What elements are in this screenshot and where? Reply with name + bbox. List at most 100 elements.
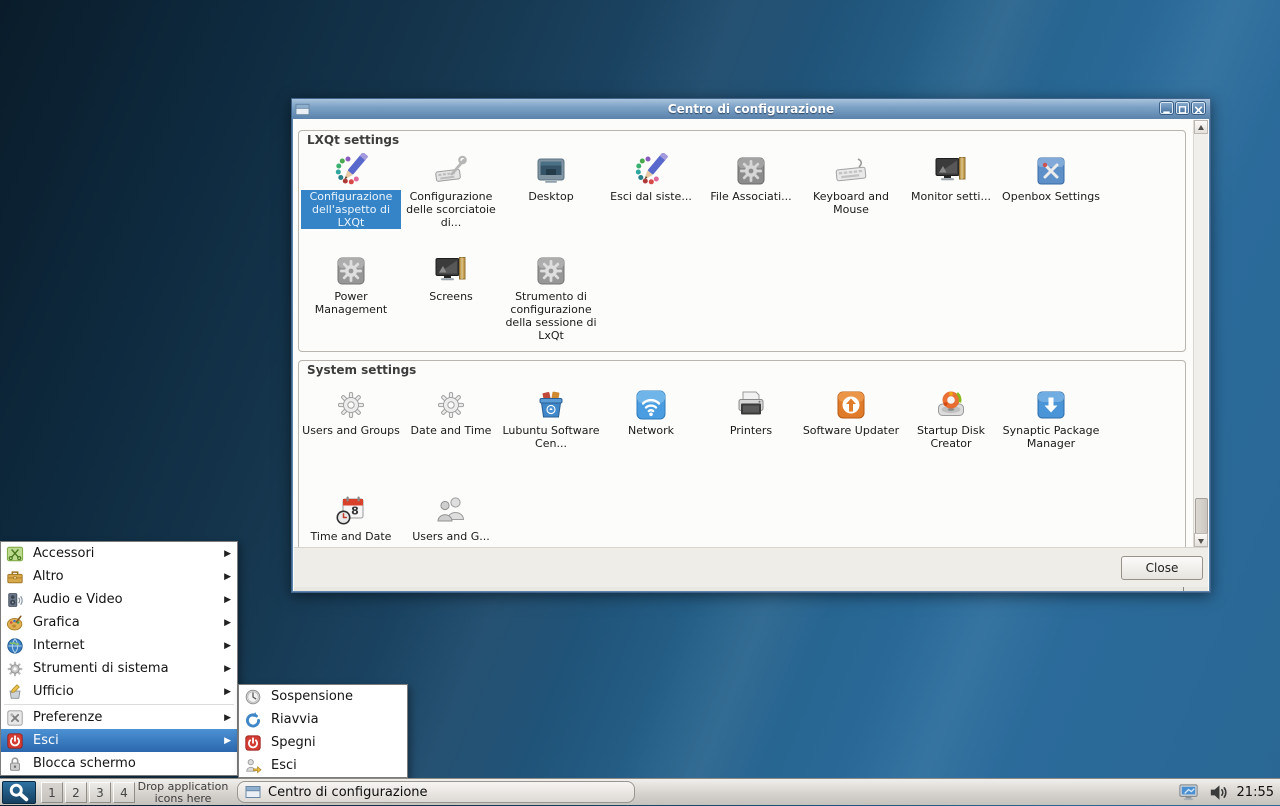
window-footer: Close xyxy=(294,547,1208,589)
logout-submenu: Sospensione Riavvia Spegni Esci xyxy=(238,684,408,778)
exit-icon xyxy=(244,757,262,775)
settings-item-label: Openbox Settings xyxy=(1002,190,1100,203)
start-menu-item-ufficio[interactable]: Ufficio▶ xyxy=(1,680,237,703)
close-button[interactable]: Close xyxy=(1121,556,1203,580)
svg-text:8: 8 xyxy=(351,505,359,518)
file-associations-icon xyxy=(733,153,769,189)
monitor-icon xyxy=(933,153,969,189)
menu-item-label: Preferenze xyxy=(33,710,224,725)
settings-item-synaptic-package-manager[interactable]: Synaptic Package Manager xyxy=(1001,385,1101,491)
display-tray-icon[interactable] xyxy=(1177,781,1200,804)
settings-item-monitor-setti[interactable]: Monitor setti... xyxy=(901,151,1001,251)
icon-row: Configurazione dell'aspetto di LXQtConfi… xyxy=(299,151,1185,251)
settings-item-time-and-date[interactable]: 8Time and Date xyxy=(301,491,401,547)
shortcuts-icon xyxy=(433,153,469,189)
workspace-button-1[interactable]: 1 xyxy=(41,782,63,803)
logout-submenu-item-sospensione[interactable]: Sospensione xyxy=(239,685,407,708)
scrollbar-thumb[interactable] xyxy=(1195,498,1208,534)
settings-item-date-and-time[interactable]: Date and Time xyxy=(401,385,501,491)
settings-item-users-and-g[interactable]: Users and G... xyxy=(401,491,501,547)
software-updater-icon xyxy=(833,387,869,423)
menu-item-label: Riavvia xyxy=(271,712,403,727)
icon-row: 8Time and DateUsers and G... xyxy=(299,491,1185,547)
menu-item-label: Strumenti di sistema xyxy=(33,661,224,676)
task-window-icon xyxy=(245,784,261,800)
settings-item-startup-disk-creator[interactable]: Startup Disk Creator xyxy=(901,385,1001,491)
gear-light-icon xyxy=(433,387,469,423)
submenu-arrow-icon: ▶ xyxy=(224,687,231,697)
minimize-button[interactable] xyxy=(1160,102,1173,114)
workspace-button-3[interactable]: 3 xyxy=(89,782,111,803)
settings-item-lubuntu-software-cen[interactable]: Lubuntu Software Cen... xyxy=(501,385,601,491)
internet-icon xyxy=(6,637,24,655)
submenu-arrow-icon: ▶ xyxy=(224,736,231,746)
workspace-button-2[interactable]: 2 xyxy=(65,782,87,803)
lock-icon xyxy=(6,755,24,773)
maximize-button[interactable] xyxy=(1176,102,1189,114)
start-menu-item-altro[interactable]: Altro▶ xyxy=(1,565,237,588)
menu-item-label: Spegni xyxy=(271,735,403,750)
scroll-up-button[interactable] xyxy=(1194,120,1208,134)
start-menu-item-internet[interactable]: Internet▶ xyxy=(1,634,237,657)
preferences-icon xyxy=(6,709,24,727)
start-menu-item-blocca-schermo[interactable]: Blocca schermo xyxy=(1,752,237,775)
menu-item-label: Internet xyxy=(33,638,224,653)
menu-item-label: Esci xyxy=(271,758,403,773)
settings-item-strumento-di-configurazione-della-sessione-di-lxqt[interactable]: Strumento di configurazione della sessio… xyxy=(501,251,601,351)
menu-item-label: Blocca schermo xyxy=(33,756,233,771)
other-icon xyxy=(6,568,24,586)
close-window-button[interactable] xyxy=(1192,102,1205,114)
audio-video-icon xyxy=(6,591,24,609)
settings-item-keyboard-and-mouse[interactable]: Keyboard and Mouse xyxy=(801,151,901,251)
start-menu: Accessori▶Altro▶Audio e Video▶Grafica▶In… xyxy=(0,541,238,776)
settings-item-file-associati[interactable]: File Associati... xyxy=(701,151,801,251)
graphics-icon xyxy=(6,614,24,632)
settings-item-power-management[interactable]: Power Management xyxy=(301,251,401,351)
settings-item-network[interactable]: Network xyxy=(601,385,701,491)
settings-item-configurazione-delle-scorciatoie-di[interactable]: Configurazione delle scorciatoie di... xyxy=(401,151,501,251)
clock[interactable]: 21:55 xyxy=(1237,785,1274,800)
taskbar-window-button[interactable]: Centro di configurazione xyxy=(237,781,635,803)
start-menu-item-audio-e-video[interactable]: Audio e Video▶ xyxy=(1,588,237,611)
config-center-window: Centro di configurazione LXQt settingsCo… xyxy=(291,98,1211,593)
logout-submenu-item-esci[interactable]: Esci xyxy=(239,754,407,777)
logout-submenu-item-riavvia[interactable]: Riavvia xyxy=(239,708,407,731)
leave-config-icon xyxy=(633,153,669,189)
settings-item-screens[interactable]: Screens xyxy=(401,251,501,351)
scrollbar[interactable] xyxy=(1193,120,1208,547)
start-menu-item-accessori[interactable]: Accessori▶ xyxy=(1,542,237,565)
start-menu-item-strumenti-di-sistema[interactable]: Strumenti di sistema▶ xyxy=(1,657,237,680)
menu-item-label: Grafica xyxy=(33,615,224,630)
menu-item-label: Accessori xyxy=(33,546,224,561)
group-title: System settings xyxy=(307,363,416,377)
settings-item-configurazione-dell-aspetto-di-lxqt[interactable]: Configurazione dell'aspetto di LXQt xyxy=(301,151,401,251)
settings-item-users-and-groups[interactable]: Users and Groups xyxy=(301,385,401,491)
desktop-icon xyxy=(533,153,569,189)
submenu-arrow-icon: ▶ xyxy=(224,572,231,582)
settings-item-label: Synaptic Package Manager xyxy=(1002,424,1100,450)
users-icon xyxy=(433,493,469,529)
settings-item-openbox-settings[interactable]: Openbox Settings xyxy=(1001,151,1101,251)
startup-disk-icon xyxy=(933,387,969,423)
submenu-arrow-icon: ▶ xyxy=(224,664,231,674)
scroll-down-button[interactable] xyxy=(1194,533,1208,547)
group-lxqt-settings: LXQt settingsConfigurazione dell'aspetto… xyxy=(298,130,1186,352)
volume-icon[interactable] xyxy=(1207,781,1230,804)
logout-submenu-item-spegni[interactable]: Spegni xyxy=(239,731,407,754)
start-menu-item-preferenze[interactable]: Preferenze▶ xyxy=(1,706,237,729)
settings-item-label: Keyboard and Mouse xyxy=(802,190,900,216)
settings-item-label: Esci dal siste... xyxy=(610,190,692,203)
settings-item-software-updater[interactable]: Software Updater xyxy=(801,385,901,491)
taskbar: 1234 Drop application icons here Centro … xyxy=(0,778,1280,805)
settings-item-desktop[interactable]: Desktop xyxy=(501,151,601,251)
window-titlebar[interactable]: Centro di configurazione xyxy=(291,98,1211,118)
start-menu-item-esci[interactable]: Esci▶ xyxy=(1,729,237,752)
calendar-clock-icon: 8 xyxy=(333,493,369,529)
start-menu-button[interactable] xyxy=(2,781,36,804)
group-system-settings: System settings Users and GroupsDate and … xyxy=(298,360,1186,547)
settings-item-printers[interactable]: Printers xyxy=(701,385,801,491)
settings-item-label: Printers xyxy=(730,424,772,437)
settings-item-label: Software Updater xyxy=(803,424,899,437)
start-menu-item-grafica[interactable]: Grafica▶ xyxy=(1,611,237,634)
settings-item-esci-dal-siste[interactable]: Esci dal siste... xyxy=(601,151,701,251)
